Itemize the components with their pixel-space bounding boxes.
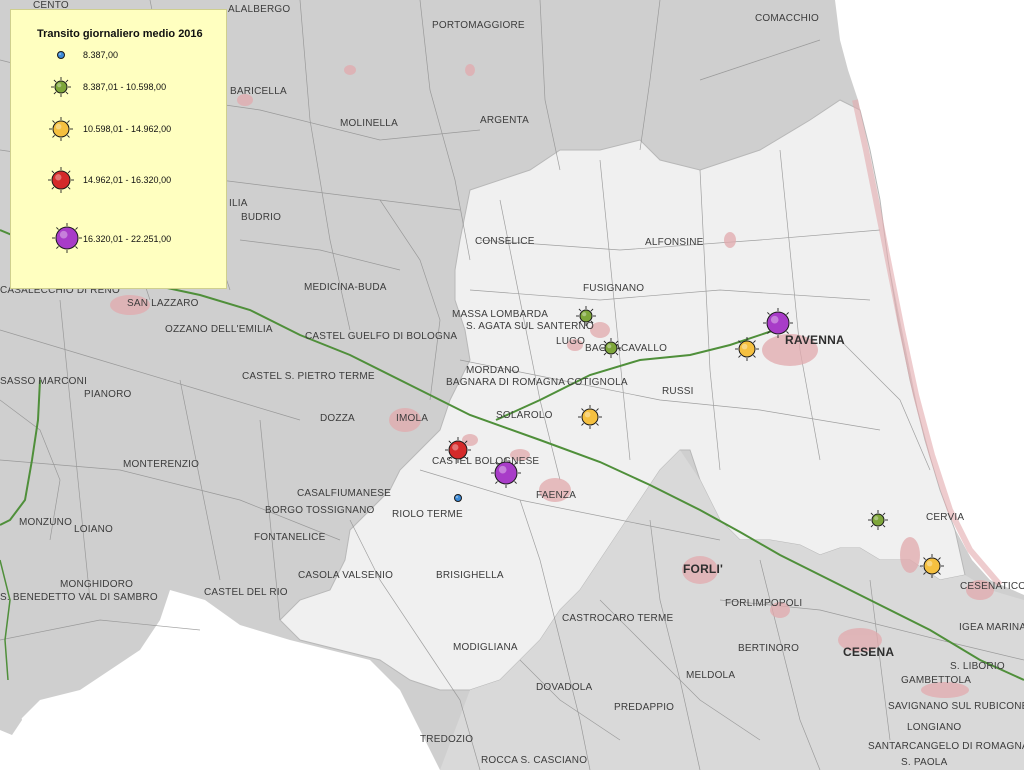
castel-bolognese-west-station	[445, 437, 471, 463]
riolo-terme-station	[454, 494, 462, 502]
ravenna-south-station	[735, 337, 759, 361]
purple-marker-icon	[52, 223, 82, 253]
legend-row: 10.598,01 - 14.962,00	[11, 114, 226, 144]
legend-row: 8.387,01 - 10.598,00	[11, 72, 226, 102]
legend-label: 8.387,01 - 10.598,00	[83, 82, 167, 92]
massa-lombarda-station	[576, 306, 596, 326]
red-marker-icon	[48, 167, 74, 193]
bagnacavallo-station	[601, 338, 621, 358]
legend-row: 8.387,00	[11, 40, 226, 70]
purple-marker-icon	[52, 223, 82, 253]
yellow-marker-icon	[49, 117, 73, 141]
green-marker-icon	[51, 77, 71, 97]
ravenna-station	[763, 308, 793, 338]
green-marker-icon	[51, 77, 71, 97]
legend-label: 16.320,01 - 22.251,00	[83, 234, 172, 244]
legend-label: 14.962,01 - 16.320,00	[83, 175, 172, 185]
small-blue-marker-icon	[57, 51, 65, 59]
traffic-map: CENTO ALALBERGO PORTOMAGGIORE COMACCHIO …	[0, 0, 1024, 770]
cervia-north-station	[868, 510, 888, 530]
legend-title: Transito giornaliero medio 2016	[37, 28, 203, 40]
map-legend: Transito giornaliero medio 2016 8.387,00…	[10, 9, 227, 289]
legend-label: 10.598,01 - 14.962,00	[83, 124, 172, 134]
legend-row: 14.962,01 - 16.320,00	[11, 165, 226, 195]
legend-row: 16.320,01 - 22.251,00	[11, 223, 226, 254]
small-blue-marker-icon	[57, 51, 65, 59]
legend-label: 8.387,00	[83, 50, 119, 60]
red-marker-icon	[48, 167, 74, 193]
cotignola-station	[578, 405, 602, 429]
cervia-south-station	[920, 554, 944, 578]
yellow-marker-icon	[49, 117, 73, 141]
castel-bolognese-station	[491, 458, 521, 488]
